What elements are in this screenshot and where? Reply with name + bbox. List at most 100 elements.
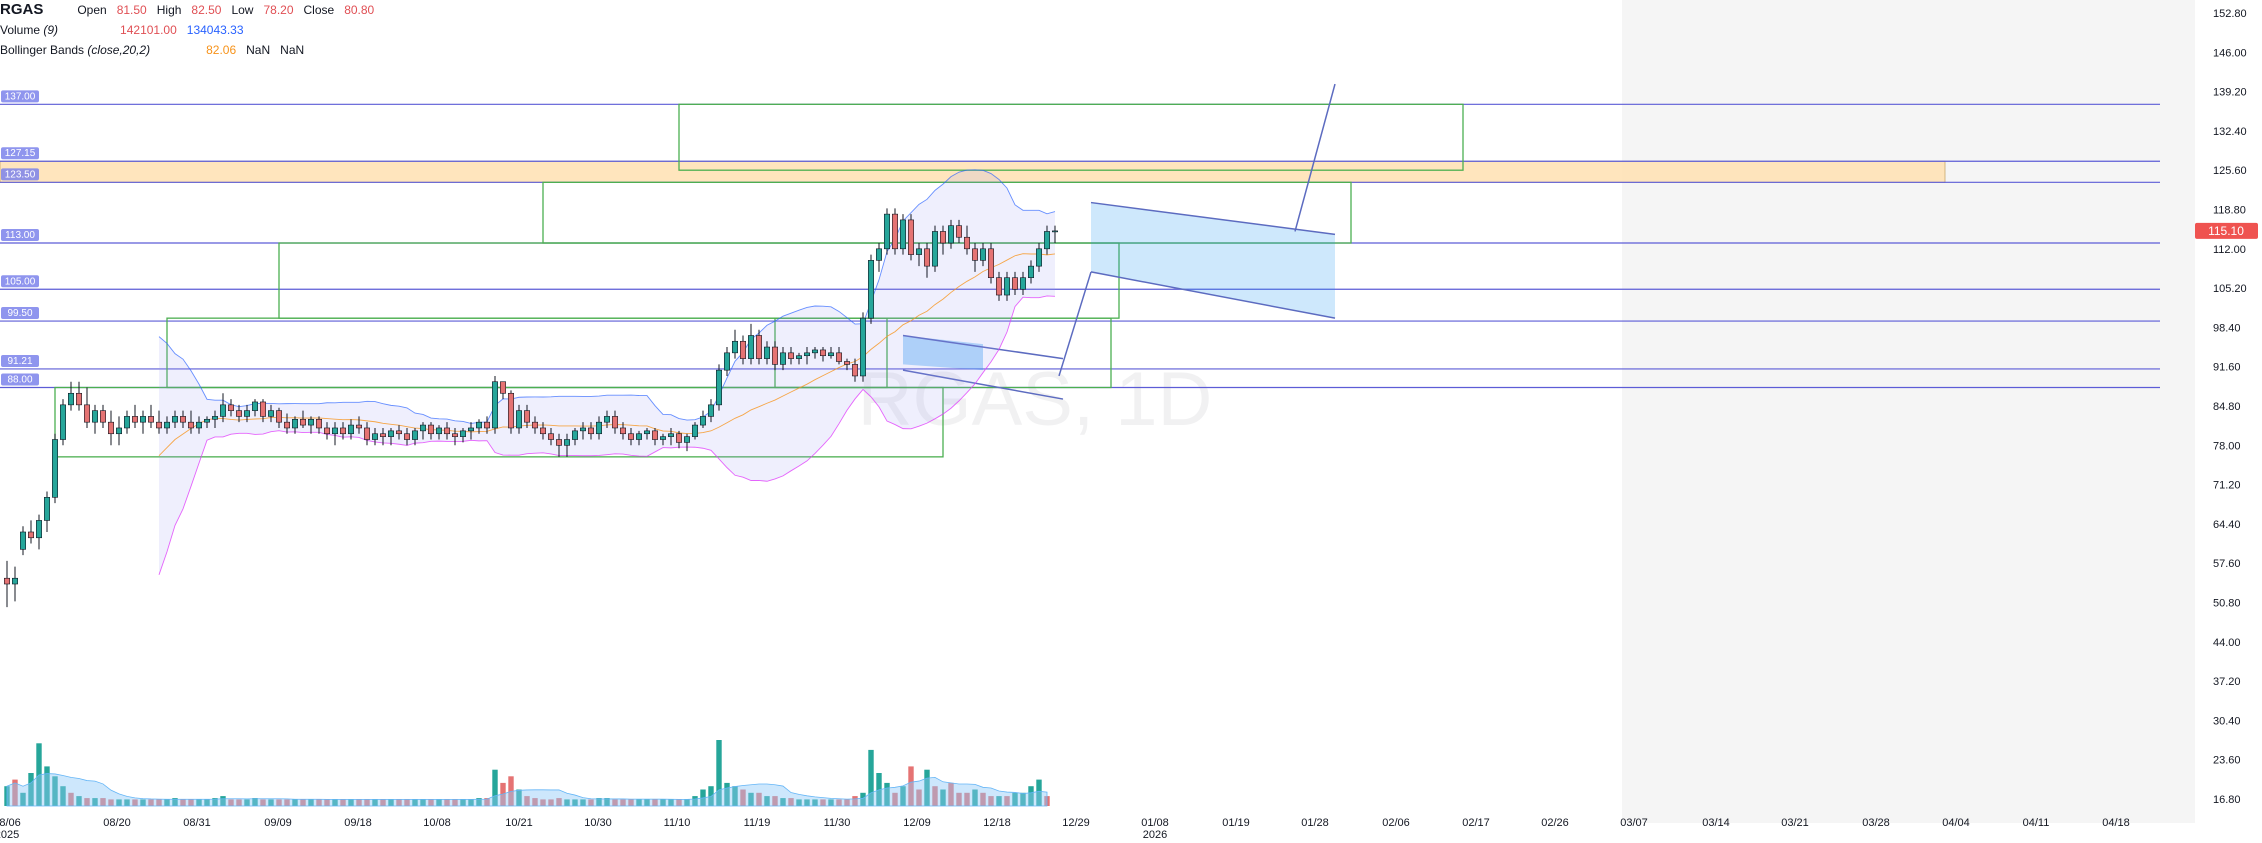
candle-body [699, 416, 706, 426]
bollinger-bands [158, 169, 1056, 575]
candle [931, 225, 938, 272]
candle-body [923, 248, 930, 267]
candle-body [763, 346, 770, 359]
symbol-label[interactable]: RGAS [0, 0, 43, 20]
candle-body [228, 404, 235, 411]
time-tick-label: 11/19 [744, 817, 771, 829]
candle-body [747, 335, 754, 359]
range-box [678, 103, 1464, 171]
candle [731, 329, 738, 359]
candle [132, 404, 139, 428]
candle-body [579, 427, 586, 432]
level-label: 105.00 [1, 275, 39, 288]
price-tick-label: 146.00 [2213, 47, 2247, 59]
candle-body [59, 404, 66, 440]
candle-body [803, 352, 810, 357]
last-price-text: 115.10 [2208, 224, 2244, 238]
candle [84, 387, 91, 428]
volume-ma-area [6, 773, 1048, 807]
candle-body [204, 418, 211, 423]
candle-body [331, 427, 338, 435]
candle [715, 364, 722, 411]
last-price-tag: 115.10 [2195, 222, 2258, 239]
candle-body [587, 427, 594, 435]
candle-body [971, 248, 978, 261]
candle-body [891, 213, 898, 250]
candle-body [715, 369, 722, 406]
candle-body [811, 349, 818, 354]
candle [507, 390, 514, 434]
candle-body [827, 352, 834, 357]
candle [92, 404, 99, 434]
high-label: High [156, 3, 182, 17]
time-tick-label: 10/21 [505, 817, 533, 829]
candle-body [84, 404, 91, 423]
time-tick-label: 11/10 [664, 817, 691, 829]
price-tick-label: 71.20 [2213, 480, 2241, 492]
level-label-text: 113.00 [5, 230, 35, 241]
bollinger-label[interactable]: Bollinger Bands (close,20,2) [0, 40, 150, 60]
candle-body [220, 404, 227, 417]
candle-body [875, 248, 882, 261]
candle-body [739, 340, 746, 359]
candle-body [795, 355, 802, 359]
candle-body [387, 430, 394, 437]
candle [491, 375, 498, 434]
time-tick-label: 04/18 [2102, 817, 2130, 829]
level-label-text: 137.00 [5, 91, 36, 102]
time-tick-label: 03/14 [1702, 817, 1730, 829]
candle-body [571, 430, 578, 440]
candle-body [707, 404, 714, 417]
open-value: 81.50 [116, 3, 147, 17]
candle-body [35, 520, 42, 539]
price-chart[interactable]: RGAS, 1D137.00127.15123.50113.00105.0099… [0, 0, 2262, 843]
price-tick-label: 139.20 [2213, 87, 2247, 99]
time-tick-label: 01/08 [1141, 817, 1169, 829]
level-label: 127.15 [1, 147, 39, 160]
candle-body [43, 497, 50, 521]
candle [699, 410, 706, 428]
candle [19, 526, 26, 556]
candle-body [19, 531, 26, 550]
chart-area[interactable]: RGAS, 1D 137.00 127.15 123.50 113.00 105.00 99… [0, 0, 2262, 843]
year-label: 2025 [0, 829, 19, 841]
candle [59, 399, 66, 446]
candle-body [275, 410, 282, 423]
candle [875, 243, 882, 272]
candle-body [563, 439, 570, 446]
price-tick-label: 37.20 [2213, 676, 2241, 688]
time-tick-label: 12/29 [1062, 817, 1090, 829]
bollinger-title: Bollinger Bands [0, 43, 85, 57]
time-tick-label: 11/30 [824, 817, 851, 829]
candle-body [515, 410, 522, 429]
candle-body [323, 427, 330, 435]
candle-body [939, 231, 946, 244]
candle-body [1036, 248, 1043, 267]
candle-body [259, 401, 266, 417]
candle [691, 422, 698, 440]
time-tick-label: 03/21 [1781, 817, 1809, 829]
candle-body [403, 433, 410, 440]
candle-body [100, 410, 107, 423]
level-label-text: 88.00 [7, 375, 32, 386]
time-tick-label: 10/08 [423, 817, 451, 829]
candle [12, 566, 19, 602]
time-tick-label: 03/07 [1620, 817, 1648, 829]
price-tick-label: 132.40 [2213, 126, 2247, 138]
candle [35, 514, 42, 550]
volume-label[interactable]: Volume (9) [0, 20, 58, 40]
candle-body [124, 416, 131, 429]
price-tick-label: 91.60 [2213, 362, 2241, 374]
candle-body [755, 335, 762, 359]
price-tick-label: 16.80 [2213, 794, 2241, 806]
candle [43, 491, 50, 532]
candle [747, 323, 754, 365]
candle [4, 560, 11, 608]
candle [51, 433, 58, 504]
volume-bars [4, 740, 1050, 807]
candle [907, 214, 914, 261]
chart-legend: RGAS Open 81.50 High 82.50 Low 78.20 Clo… [0, 0, 374, 60]
candle [883, 208, 890, 255]
bollinger-row: Bollinger Bands (close,20,2) 82.06 NaN N… [0, 40, 374, 60]
projection-line [1294, 83, 1336, 232]
